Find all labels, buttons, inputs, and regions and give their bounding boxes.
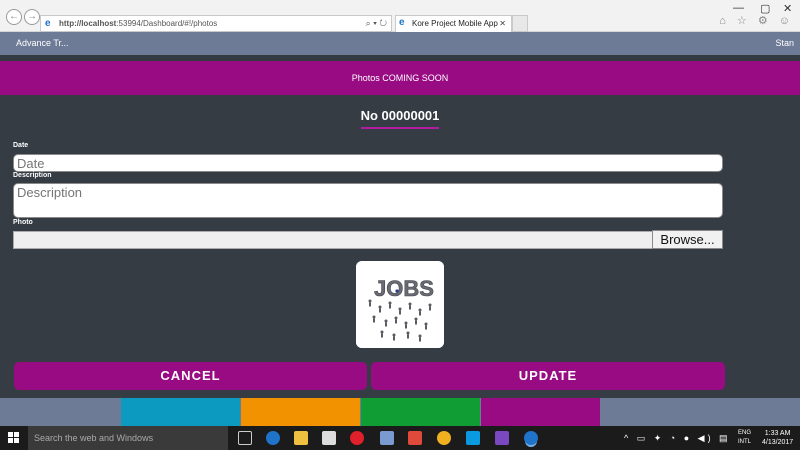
bottom-tab-bar [0,398,800,426]
clock-time: 1:33 AM [764,430,791,437]
opera-icon[interactable] [350,431,364,445]
chrome-icon[interactable] [437,431,451,445]
banner-text: Photos COMING SOON [351,73,449,83]
tab-close-icon[interactable]: ✕ [499,16,506,31]
date-input[interactable] [13,154,723,172]
bottom-tab-5[interactable] [481,398,600,426]
bottom-tab-3[interactable] [241,398,360,426]
photo-label: Photo [13,219,33,226]
bottom-tab-2[interactable] [121,398,240,426]
address-bar[interactable]: e http://localhost:53994/Dashboard/#!/ph… [40,15,392,32]
user-name[interactable]: Stan [775,32,794,55]
forward-arrow-icon: → [27,11,37,22]
minimize-icon[interactable]: — [733,2,744,14]
browser-tab[interactable]: e Kore Project Mobile App ✕ [395,15,512,32]
visual-studio-icon[interactable] [495,431,509,445]
description-textarea[interactable] [13,183,723,218]
browser-chrome: ← → e http://localhost:53994/Dashboard/#… [0,0,800,32]
store-icon[interactable] [322,431,336,445]
windows-taskbar: Search the web and Windows ^ ▭ ✦ ◔ ● ◀) … [0,426,800,450]
clock-date: 4/13/2017 [762,439,794,446]
description-label: Description [13,172,52,179]
task-view-icon[interactable] [238,431,252,445]
app-icon[interactable] [380,431,394,445]
downloader-icon[interactable] [408,431,422,445]
internet-explorer-icon[interactable] [524,431,538,445]
url-path: :53994/Dashboard/#!/photos [116,19,218,28]
update-button[interactable]: UPDATE [371,362,725,390]
search-refresh-icons[interactable]: ⌕ ▾ ↻ [366,16,387,31]
jobs-image: JOBS [356,261,444,348]
date-label: Date [13,142,29,149]
browse-button[interactable]: Browse... [652,230,723,249]
system-tray-icons[interactable]: ^ ▭ ✦ ◔ ● ◀) ▤ [624,433,731,444]
edge-icon[interactable] [266,431,280,445]
file-path-box[interactable] [13,231,653,249]
app-brand[interactable]: Advance Tr... [16,32,69,55]
top-navbar: Advance Tr... Stan [0,32,800,55]
tab-ie-icon: e [399,17,405,28]
new-tab-button[interactable] [512,15,528,32]
jobs-text: JOBS [374,276,434,301]
taskbar-search[interactable]: Search the web and Windows [28,426,228,450]
back-arrow-icon: ← [9,11,19,22]
back-button[interactable]: ← [6,9,22,25]
cancel-button[interactable]: CANCEL [14,362,367,390]
ie-icon: e [45,18,51,29]
bottom-tab-4[interactable] [361,398,480,426]
clock[interactable]: 1:33 AM 4/13/2017 [762,429,793,447]
language-indicator[interactable]: ENG INTL [738,429,751,447]
file-explorer-icon[interactable] [294,431,308,445]
bottom-tab-6[interactable] [601,398,800,426]
windows-start-icon[interactable] [8,432,20,444]
skype-icon[interactable] [466,431,480,445]
tab-title: Kore Project Mobile App [412,19,498,28]
lang-bottom: INTL [738,439,752,445]
forward-button[interactable]: → [24,9,40,25]
browser-toolbar-icons[interactable]: ⌂ ☆ ⚙ ☺ [719,14,794,27]
url-host: http://localhost [59,19,117,28]
photo-thumbnail[interactable]: JOBS [356,261,444,348]
lang-top: ENG [738,430,752,436]
main-content: No 00000001 Date Description Photo Brows… [0,95,800,398]
record-title: No 00000001 [360,108,440,123]
bottom-tab-1[interactable] [0,398,120,426]
page-banner: Photos COMING SOON [0,61,800,95]
title-underline [361,127,439,129]
